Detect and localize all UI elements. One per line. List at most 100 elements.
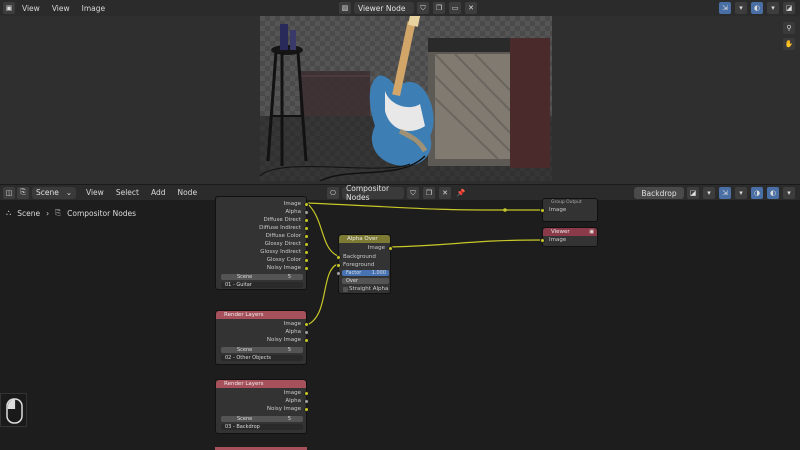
menu-select[interactable]: Select	[110, 188, 145, 197]
close-image-icon[interactable]: ✕	[465, 2, 477, 14]
render-layers-header-3[interactable]: Render Layers	[216, 380, 306, 388]
group-output-node[interactable]: Group Output Image	[540, 198, 598, 222]
compositor-type-icon[interactable]: ⎘	[17, 186, 29, 199]
mouse-indicator	[0, 393, 27, 427]
overlay-toggle-icon-2[interactable]: ◐	[767, 187, 779, 199]
scene-field-2[interactable]: Scene 5	[221, 347, 303, 353]
image-browse-icon[interactable]: ▨	[339, 2, 351, 14]
render-layers-header-2[interactable]: Render Layers	[216, 311, 306, 319]
factor-slider[interactable]: Factor 1.000	[342, 270, 389, 276]
render-layers-node-3[interactable]: Render Layers Image Alpha Noisy Image Sc…	[215, 379, 309, 434]
socket-diffuse-direct[interactable]	[304, 218, 309, 223]
socket-glossy-color[interactable]	[304, 258, 309, 263]
group-output-input-image: Image	[549, 207, 567, 213]
pan-hand-icon[interactable]: ✋	[783, 38, 795, 50]
image-editor-header: ▣ View View Image ▨ Viewer Node ⛉ ❐ ▭ ✕ …	[0, 0, 800, 16]
straight-alpha-checkbox[interactable]	[343, 287, 348, 292]
gizmo-toggle-icon-2[interactable]: ⇲	[719, 187, 731, 199]
overlay-toggle-icon[interactable]: ◐	[751, 2, 763, 14]
channels-dropdown-icon[interactable]: ▾	[703, 187, 715, 199]
viewer-input-image: Image	[549, 237, 567, 243]
socket-alpha-2[interactable]	[304, 330, 309, 335]
node-tree-name-field[interactable]: Compositor Nodes	[342, 184, 404, 202]
pin-icon[interactable]: 📌	[455, 187, 467, 199]
viewer-node[interactable]: Viewer ▣ Image	[540, 227, 598, 247]
scene-field-3[interactable]: Scene 5	[221, 416, 303, 422]
image-name-field[interactable]: Viewer Node	[354, 2, 414, 14]
tree-fake-user-icon[interactable]: ⛉	[407, 187, 419, 199]
viewer-input-socket[interactable]	[540, 238, 545, 243]
render-layers-node-1[interactable]: Image Alpha Diffuse Direct Diffuse Indir…	[215, 196, 309, 290]
output-alpha-3: Alpha	[285, 398, 301, 404]
output-noisy-image: Noisy Image	[266, 265, 301, 271]
straight-alpha-label: Straight Alpha	[349, 286, 389, 292]
viewer-icon: ▣	[589, 229, 594, 235]
socket-diffuse-color[interactable]	[304, 234, 309, 239]
output-noisy-image-2: Noisy Image	[266, 337, 301, 343]
image-selector: ▨ Viewer Node ⛉ ❐ ▭ ✕	[338, 2, 478, 14]
socket-alpha-3[interactable]	[304, 399, 309, 404]
foreground-socket[interactable]	[336, 263, 341, 268]
node-links	[306, 202, 544, 326]
background-socket[interactable]	[336, 255, 341, 260]
output-image-2: Image	[283, 321, 301, 327]
gizmo-dropdown-icon-2[interactable]: ▾	[735, 187, 747, 199]
scene-field-1[interactable]: Scene 5	[221, 274, 303, 280]
menu-add[interactable]: Add	[145, 188, 172, 197]
socket-glossy-indirect[interactable]	[304, 250, 309, 255]
open-folder-icon[interactable]: ▭	[449, 2, 461, 14]
socket-noisy-image-3[interactable]	[304, 407, 309, 412]
layer-field-3[interactable]: 03 - Backdrop	[221, 424, 303, 430]
factor-socket[interactable]	[336, 271, 341, 276]
editor-type-icon-2[interactable]: ◫	[3, 186, 15, 199]
node-editor-canvas[interactable]: ⛬ Scene › ⎘ Compositor Nodes Image Alpha…	[0, 196, 800, 450]
scene-dropdown-label: Scene	[36, 188, 59, 197]
group-output-socket[interactable]	[540, 208, 545, 213]
menu-image[interactable]: Image	[76, 4, 112, 13]
new-image-icon[interactable]: ❐	[433, 2, 445, 14]
menu-view-1[interactable]: View	[16, 4, 46, 13]
factor-label: Factor	[346, 270, 362, 276]
layer-field-1[interactable]: 01 - Guitar	[221, 282, 303, 288]
display-channels-icon[interactable]: ◪	[783, 2, 795, 14]
alpha-over-output-socket[interactable]	[388, 246, 393, 251]
scene-field-label: Scene	[237, 274, 253, 280]
backdrop-toggle[interactable]: Backdrop	[634, 187, 684, 199]
socket-image-3[interactable]	[304, 391, 309, 396]
scene-user-count-3: 5	[287, 416, 291, 422]
socket-image-2[interactable]	[304, 322, 309, 327]
editor-type-icon[interactable]: ▣	[3, 2, 15, 14]
tree-close-icon[interactable]: ✕	[439, 187, 451, 199]
zoom-icon[interactable]: ⚲	[783, 22, 795, 34]
layer-field-2[interactable]: 02 - Other Objects	[221, 355, 303, 361]
group-output-header[interactable]: Group Output	[543, 199, 597, 207]
mode-dropdown[interactable]: Over	[342, 278, 389, 284]
socket-image[interactable]	[304, 202, 309, 207]
menu-view-3[interactable]: View	[80, 188, 110, 197]
socket-alpha[interactable]	[304, 210, 309, 215]
socket-diffuse-indirect[interactable]	[304, 226, 309, 231]
output-diffuse-direct: Diffuse Direct	[263, 217, 301, 223]
menu-view-2[interactable]: View	[46, 4, 76, 13]
viewer-node-image	[260, 16, 552, 181]
alpha-over-output-image: Image	[367, 245, 385, 251]
alpha-over-node[interactable]: Alpha Over Image Background Foreground F…	[336, 234, 393, 294]
output-alpha-2: Alpha	[285, 329, 301, 335]
node-tree-browse-icon[interactable]: ⎔	[327, 187, 339, 199]
gizmo-toggle-icon[interactable]: ⇲	[719, 2, 731, 14]
gizmo-dropdown-icon[interactable]: ▾	[735, 2, 747, 14]
menu-node[interactable]: Node	[171, 188, 203, 197]
channels-icon[interactable]: ◪	[687, 187, 699, 199]
socket-glossy-direct[interactable]	[304, 242, 309, 247]
alpha-over-header[interactable]: Alpha Over	[339, 235, 390, 243]
tree-duplicate-icon[interactable]: ❐	[423, 187, 435, 199]
fake-user-icon[interactable]: ⛉	[417, 2, 429, 14]
image-viewport[interactable]: ⚲ ✋	[0, 16, 800, 184]
socket-noisy-image-2[interactable]	[304, 338, 309, 343]
scene-dropdown[interactable]: Scene ⌄	[32, 186, 76, 199]
overlay-dropdown-icon[interactable]: ▾	[767, 2, 779, 14]
overlay-dropdown-icon-2[interactable]: ▾	[783, 187, 795, 199]
render-layers-node-2[interactable]: Render Layers Image Alpha Noisy Image Sc…	[215, 310, 309, 365]
socket-noisy-image[interactable]	[304, 266, 309, 271]
snap-icon[interactable]: ◑	[751, 187, 763, 199]
